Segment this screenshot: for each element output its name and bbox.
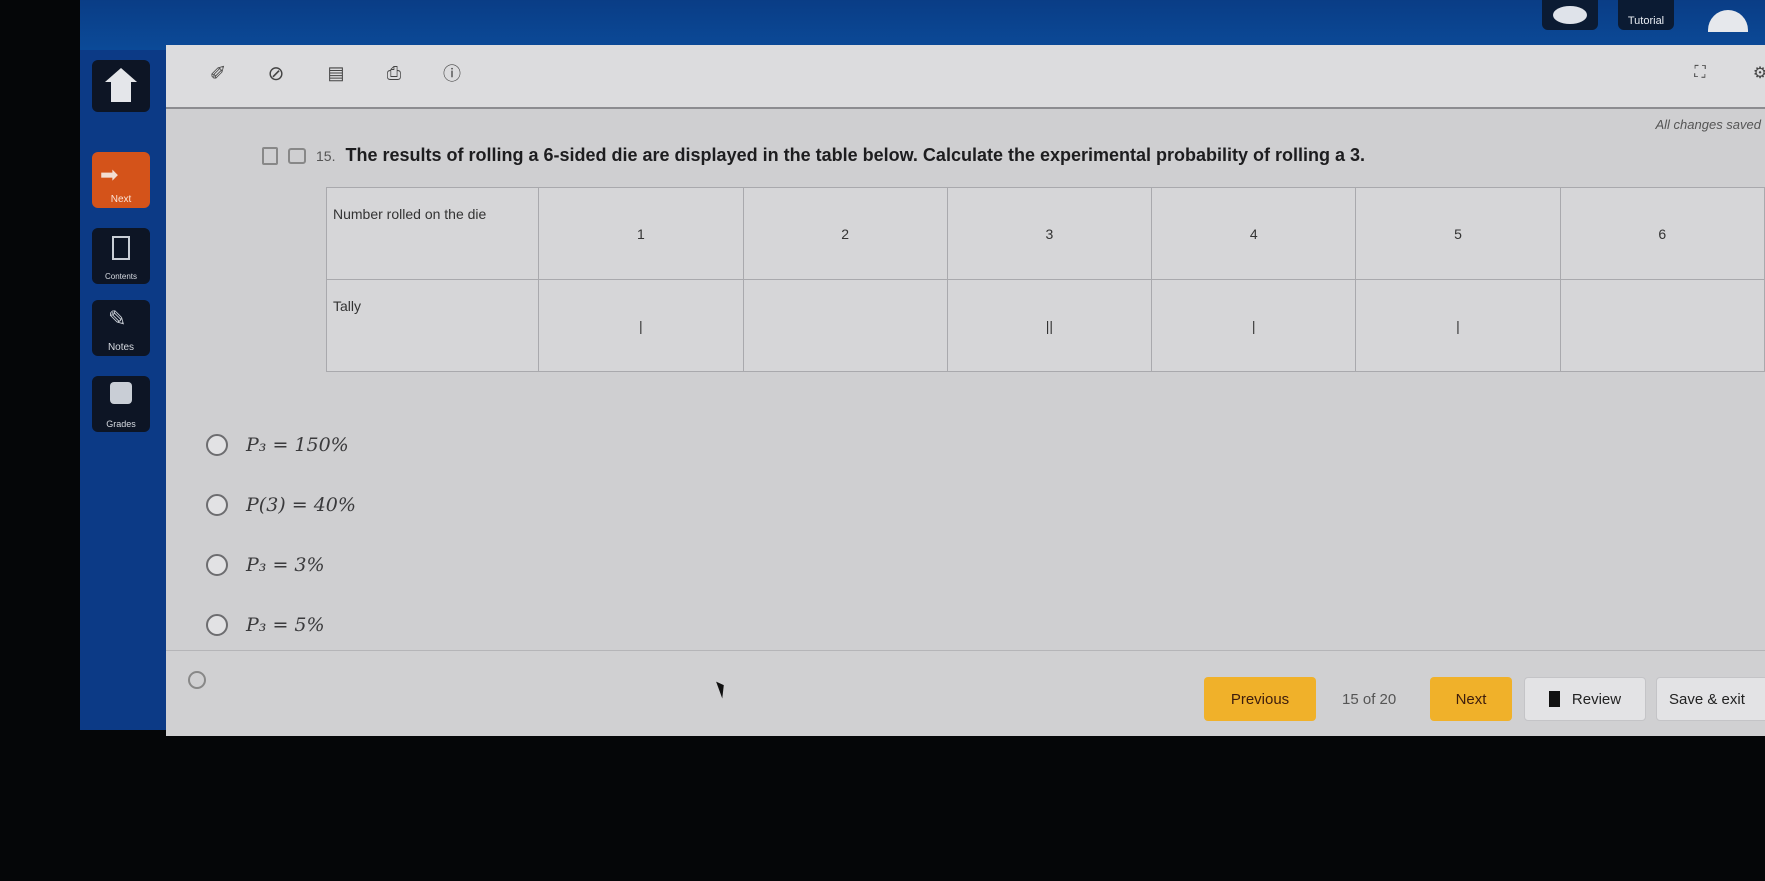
pencil-icon: ✎ <box>108 306 127 331</box>
bookmark-icon[interactable] <box>262 146 278 165</box>
highlighter-icon[interactable]: ✐ <box>204 59 232 87</box>
choice-text: P₃ = 150% <box>246 434 349 456</box>
cell-number: 1 <box>538 187 744 280</box>
tutorial-button[interactable]: Tutorial <box>1618 0 1674 30</box>
cell-tally <box>1559 279 1765 372</box>
home-button[interactable] <box>92 60 150 112</box>
cell-tally: | <box>1355 279 1561 372</box>
review-label: Review <box>1571 690 1622 708</box>
save-status: All changes saved <box>1655 117 1761 132</box>
toolbar: ✐ ⊘ ▤ ⎙ ⓘ ⛶ ⚙ <box>166 45 1765 109</box>
save-exit-button[interactable]: Save & exit <box>1656 677 1765 721</box>
table-row-tally: Tally | || | | <box>325 279 1765 372</box>
user-icon <box>1708 10 1748 32</box>
speech-bubble-icon <box>1553 6 1587 24</box>
question-panel: ✐ ⊘ ▤ ⎙ ⓘ ⛶ ⚙ All changes saved 15. The … <box>166 45 1765 736</box>
chat-button[interactable] <box>1542 0 1598 30</box>
sidebar-grades-button[interactable]: Grades <box>92 376 150 432</box>
home-icon-body <box>111 82 131 102</box>
previous-button[interactable]: Previous <box>1204 677 1316 721</box>
eliminator-icon[interactable]: ⊘ <box>262 59 290 87</box>
flag-note-icon[interactable] <box>288 147 306 164</box>
sidebar-contents-label: Contents <box>104 272 138 281</box>
home-icon <box>105 68 137 82</box>
answer-choice-c[interactable]: P₃ = 3% <box>206 535 356 595</box>
row-header-tally: Tally <box>325 279 540 372</box>
answer-choice-b[interactable]: P(3) = 40% <box>206 475 356 535</box>
sidebar: ➡ Next Contents ✎ Notes Grades <box>80 50 166 730</box>
table-row-numbers: Number rolled on the die 1 2 3 4 5 6 <box>325 187 1765 280</box>
cell-number: 5 <box>1355 187 1561 280</box>
sidebar-next-label: Next <box>110 194 132 205</box>
question-prompt: 15. The results of rolling a 6-sided die… <box>262 145 1365 166</box>
cell-number: 6 <box>1559 187 1765 280</box>
footer-nav: Previous 15 of 20 Next Review Save & exi… <box>166 650 1765 736</box>
grades-icon <box>110 382 132 404</box>
cell-number: 4 <box>1151 187 1357 280</box>
clock-icon[interactable] <box>188 671 206 689</box>
mouse-cursor <box>716 679 728 699</box>
cell-number: 2 <box>742 187 948 280</box>
question-number: 15. <box>316 147 336 164</box>
bookmark-icon <box>1548 691 1560 707</box>
review-button[interactable]: Review <box>1524 677 1646 721</box>
question-text: The results of rolling a 6-sided die are… <box>345 145 1366 165</box>
sidebar-notes-button[interactable]: ✎ Notes <box>92 300 150 356</box>
sidebar-grades-label: Grades <box>106 419 136 429</box>
answer-choices: P₃ = 150% P(3) = 40% P₃ = 3% P₃ = 5% <box>206 415 356 655</box>
radio-button[interactable] <box>206 614 228 636</box>
notepad-icon[interactable]: ▤ <box>322 59 350 87</box>
document-list-icon <box>112 236 130 260</box>
radio-button[interactable] <box>206 554 228 576</box>
sidebar-contents-button[interactable]: Contents <box>92 228 150 284</box>
cell-tally: | <box>1151 279 1357 372</box>
question-counter: 15 of 20 <box>1342 690 1397 708</box>
sidebar-notes-label: Notes <box>107 342 135 353</box>
answer-choice-d[interactable]: P₃ = 5% <box>206 595 356 655</box>
sidebar-next-button[interactable]: ➡ Next <box>92 152 150 208</box>
fullscreen-icon[interactable]: ⛶ <box>1686 59 1714 87</box>
radio-button[interactable] <box>206 494 228 516</box>
answer-choice-a[interactable]: P₃ = 150% <box>206 415 356 475</box>
choice-text: P₃ = 5% <box>246 614 325 636</box>
cell-tally: || <box>946 279 1153 372</box>
row-header-number: Number rolled on the die <box>325 187 540 280</box>
choice-text: P(3) = 40% <box>246 494 356 516</box>
tutorial-label: Tutorial <box>1627 15 1665 27</box>
tally-table: Number rolled on the die 1 2 3 4 5 6 Tal… <box>325 187 1765 372</box>
app-header: Tutorial <box>80 0 1765 50</box>
cell-tally: | <box>538 279 744 372</box>
info-icon[interactable]: ⓘ <box>438 59 466 87</box>
next-button[interactable]: Next <box>1430 677 1512 721</box>
cell-number: 3 <box>946 187 1153 280</box>
radio-button[interactable] <box>206 434 228 456</box>
cell-tally <box>742 279 948 372</box>
print-icon[interactable]: ⎙ <box>380 59 408 87</box>
choice-text: P₃ = 3% <box>246 554 325 576</box>
settings-icon[interactable]: ⚙ <box>1746 59 1765 87</box>
arrow-right-icon: ➡ <box>100 162 119 187</box>
profile-button[interactable] <box>1700 0 1756 32</box>
